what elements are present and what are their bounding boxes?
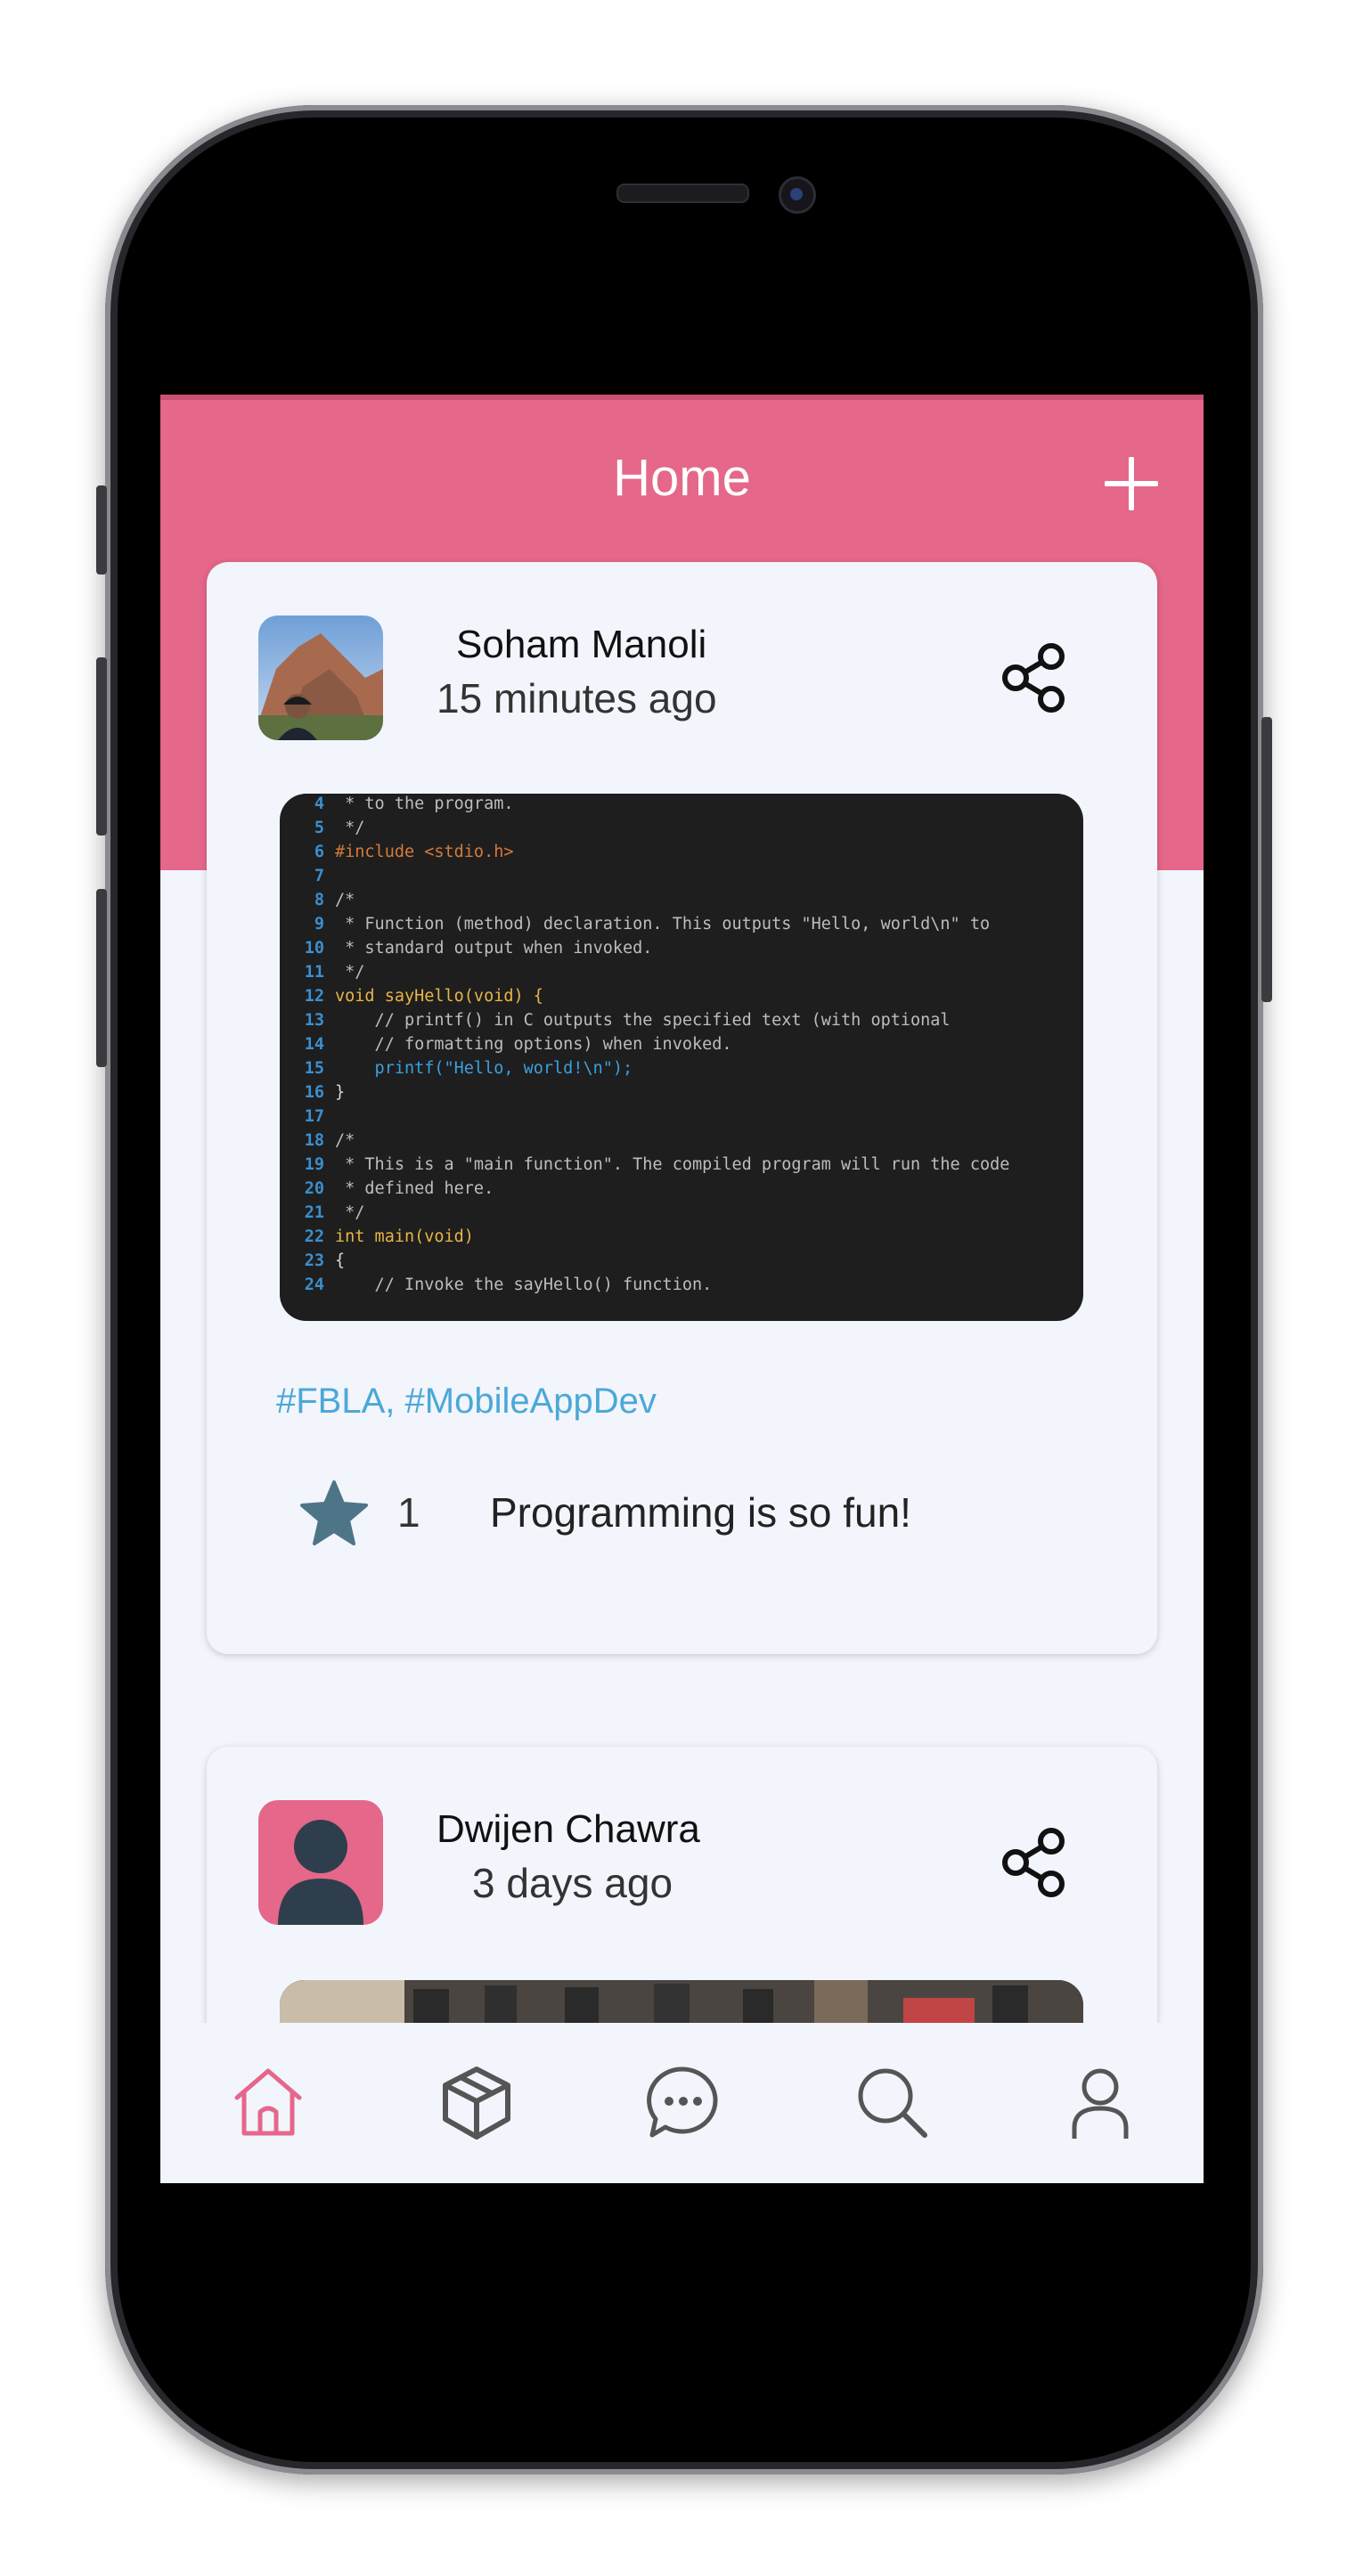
code-line: 13 // printf() in C outputs the specifie… (304, 1011, 951, 1030)
post-time: 3 days ago (472, 1860, 673, 1906)
code-line: 5 */ (314, 819, 365, 837)
home-icon[interactable] (228, 2062, 308, 2142)
code-line: 6 #include <stdio.h> (314, 843, 514, 861)
author-name[interactable]: Soham Manoli (456, 623, 706, 667)
page-title: Home (613, 449, 751, 507)
post-time: 15 minutes ago (437, 675, 717, 721)
code-line: 23{ (304, 1251, 346, 1270)
earpiece-speaker (616, 183, 749, 203)
plus-icon[interactable] (1105, 457, 1158, 510)
share-icon[interactable] (1000, 1827, 1071, 1898)
volume-down-button (96, 889, 107, 1067)
code-line: 22 int main(void) (304, 1227, 474, 1246)
code-line: 20 * defined here. (304, 1179, 494, 1198)
power-button (1261, 717, 1272, 1002)
code-line: 14 // formatting options) when invoked. (304, 1035, 732, 1054)
code-line: 9 * Function (method) declaration. This … (314, 915, 991, 933)
star-icon[interactable] (299, 1480, 369, 1547)
profile-icon[interactable] (1060, 2062, 1140, 2142)
code-line: 19 * This is a "main function". The comp… (304, 1155, 1010, 1174)
author-name[interactable]: Dwijen Chawra (437, 1807, 700, 1852)
post-caption: Programming is so fun! (490, 1489, 911, 1536)
code-line: 17 (304, 1107, 324, 1126)
share-icon[interactable] (1000, 642, 1071, 713)
volume-up-button (96, 657, 107, 836)
code-line: 7 (314, 867, 324, 885)
code-line: 10 * standard output when invoked. (304, 939, 653, 958)
code-line: 18/* (304, 1131, 355, 1150)
avatar-photo (258, 615, 383, 740)
code-line: 16} (304, 1083, 346, 1102)
post-tags[interactable]: #FBLA, #MobileAppDev (276, 1382, 657, 1422)
search-icon[interactable] (852, 2062, 932, 2142)
person-icon (278, 1820, 363, 1925)
chat-icon[interactable] (643, 2062, 723, 2142)
header-top-line (160, 395, 1204, 400)
cube-icon[interactable] (437, 2062, 517, 2142)
code-line: 12 void sayHello(void) { (304, 987, 543, 1006)
app-screen: Home Soham Manoli 15 minutes ago 4 * to … (160, 395, 1204, 2183)
code-line: 4 * to the program. (314, 795, 514, 813)
code-line: 11 */ (304, 963, 365, 982)
front-camera (779, 176, 816, 214)
code-line: 21 */ (304, 1203, 365, 1222)
mute-switch (96, 485, 107, 575)
code-screenshot[interactable]: 4 * to the program. 5 */ 6 #include <stdi… (280, 794, 1083, 1321)
bottom-navigation (160, 2023, 1204, 2183)
photo-avatar[interactable] (258, 615, 383, 740)
code-line: 24 // Invoke the sayHello() function. (304, 1276, 713, 1294)
post-card[interactable]: Soham Manoli 15 minutes ago 4 * to the p… (207, 562, 1157, 1654)
code-line: 15 printf("Hello, world!\n"); (304, 1059, 633, 1078)
person-placeholder-avatar[interactable] (258, 1800, 383, 1925)
like-count: 1 (397, 1489, 420, 1536)
code-line: 8/* (314, 891, 355, 909)
